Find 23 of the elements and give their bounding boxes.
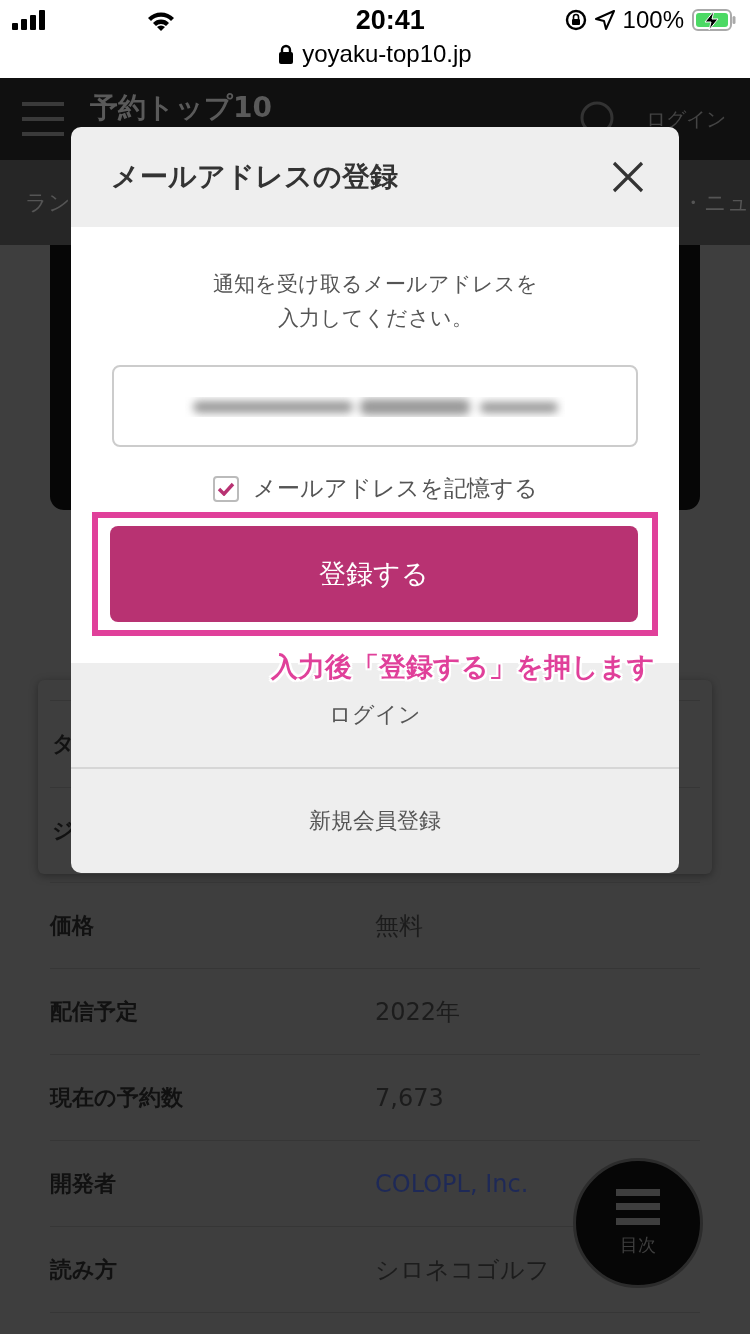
location-arrow-icon — [594, 10, 615, 30]
annotation-text: 入力後「登録する」を押します — [271, 650, 655, 684]
dialog-title: メールアドレスの登録 — [111, 159, 398, 195]
dialog-link[interactable]: ログイン — [329, 700, 421, 730]
battery-percentage: 100% — [622, 6, 684, 34]
clock-time: 20:41 — [355, 4, 425, 36]
toc-button[interactable]: 目次 — [573, 1158, 703, 1288]
dialog-link[interactable]: 新規会員登録 — [309, 806, 441, 836]
checkmark-icon — [216, 481, 235, 496]
menu-icon — [616, 1189, 660, 1225]
register-button[interactable]: 登録する — [110, 526, 638, 622]
rotation-lock-icon — [564, 9, 587, 31]
signal-icon — [12, 10, 46, 30]
wifi-icon — [146, 9, 176, 31]
lock-icon — [278, 44, 295, 64]
url-text: yoyaku-top10.jp — [302, 40, 472, 68]
instruction-text: 通知を受け取るメールアドレスを — [212, 271, 538, 298]
checkbox-label: メールアドレスを記憶する — [252, 474, 538, 503]
close-icon[interactable] — [611, 160, 645, 194]
instruction-text: 入力してください。 — [277, 305, 473, 332]
site-logo[interactable]: 予約トップ10 — [90, 92, 272, 124]
email-field[interactable] — [112, 365, 638, 447]
remember-checkbox[interactable] — [212, 475, 239, 502]
